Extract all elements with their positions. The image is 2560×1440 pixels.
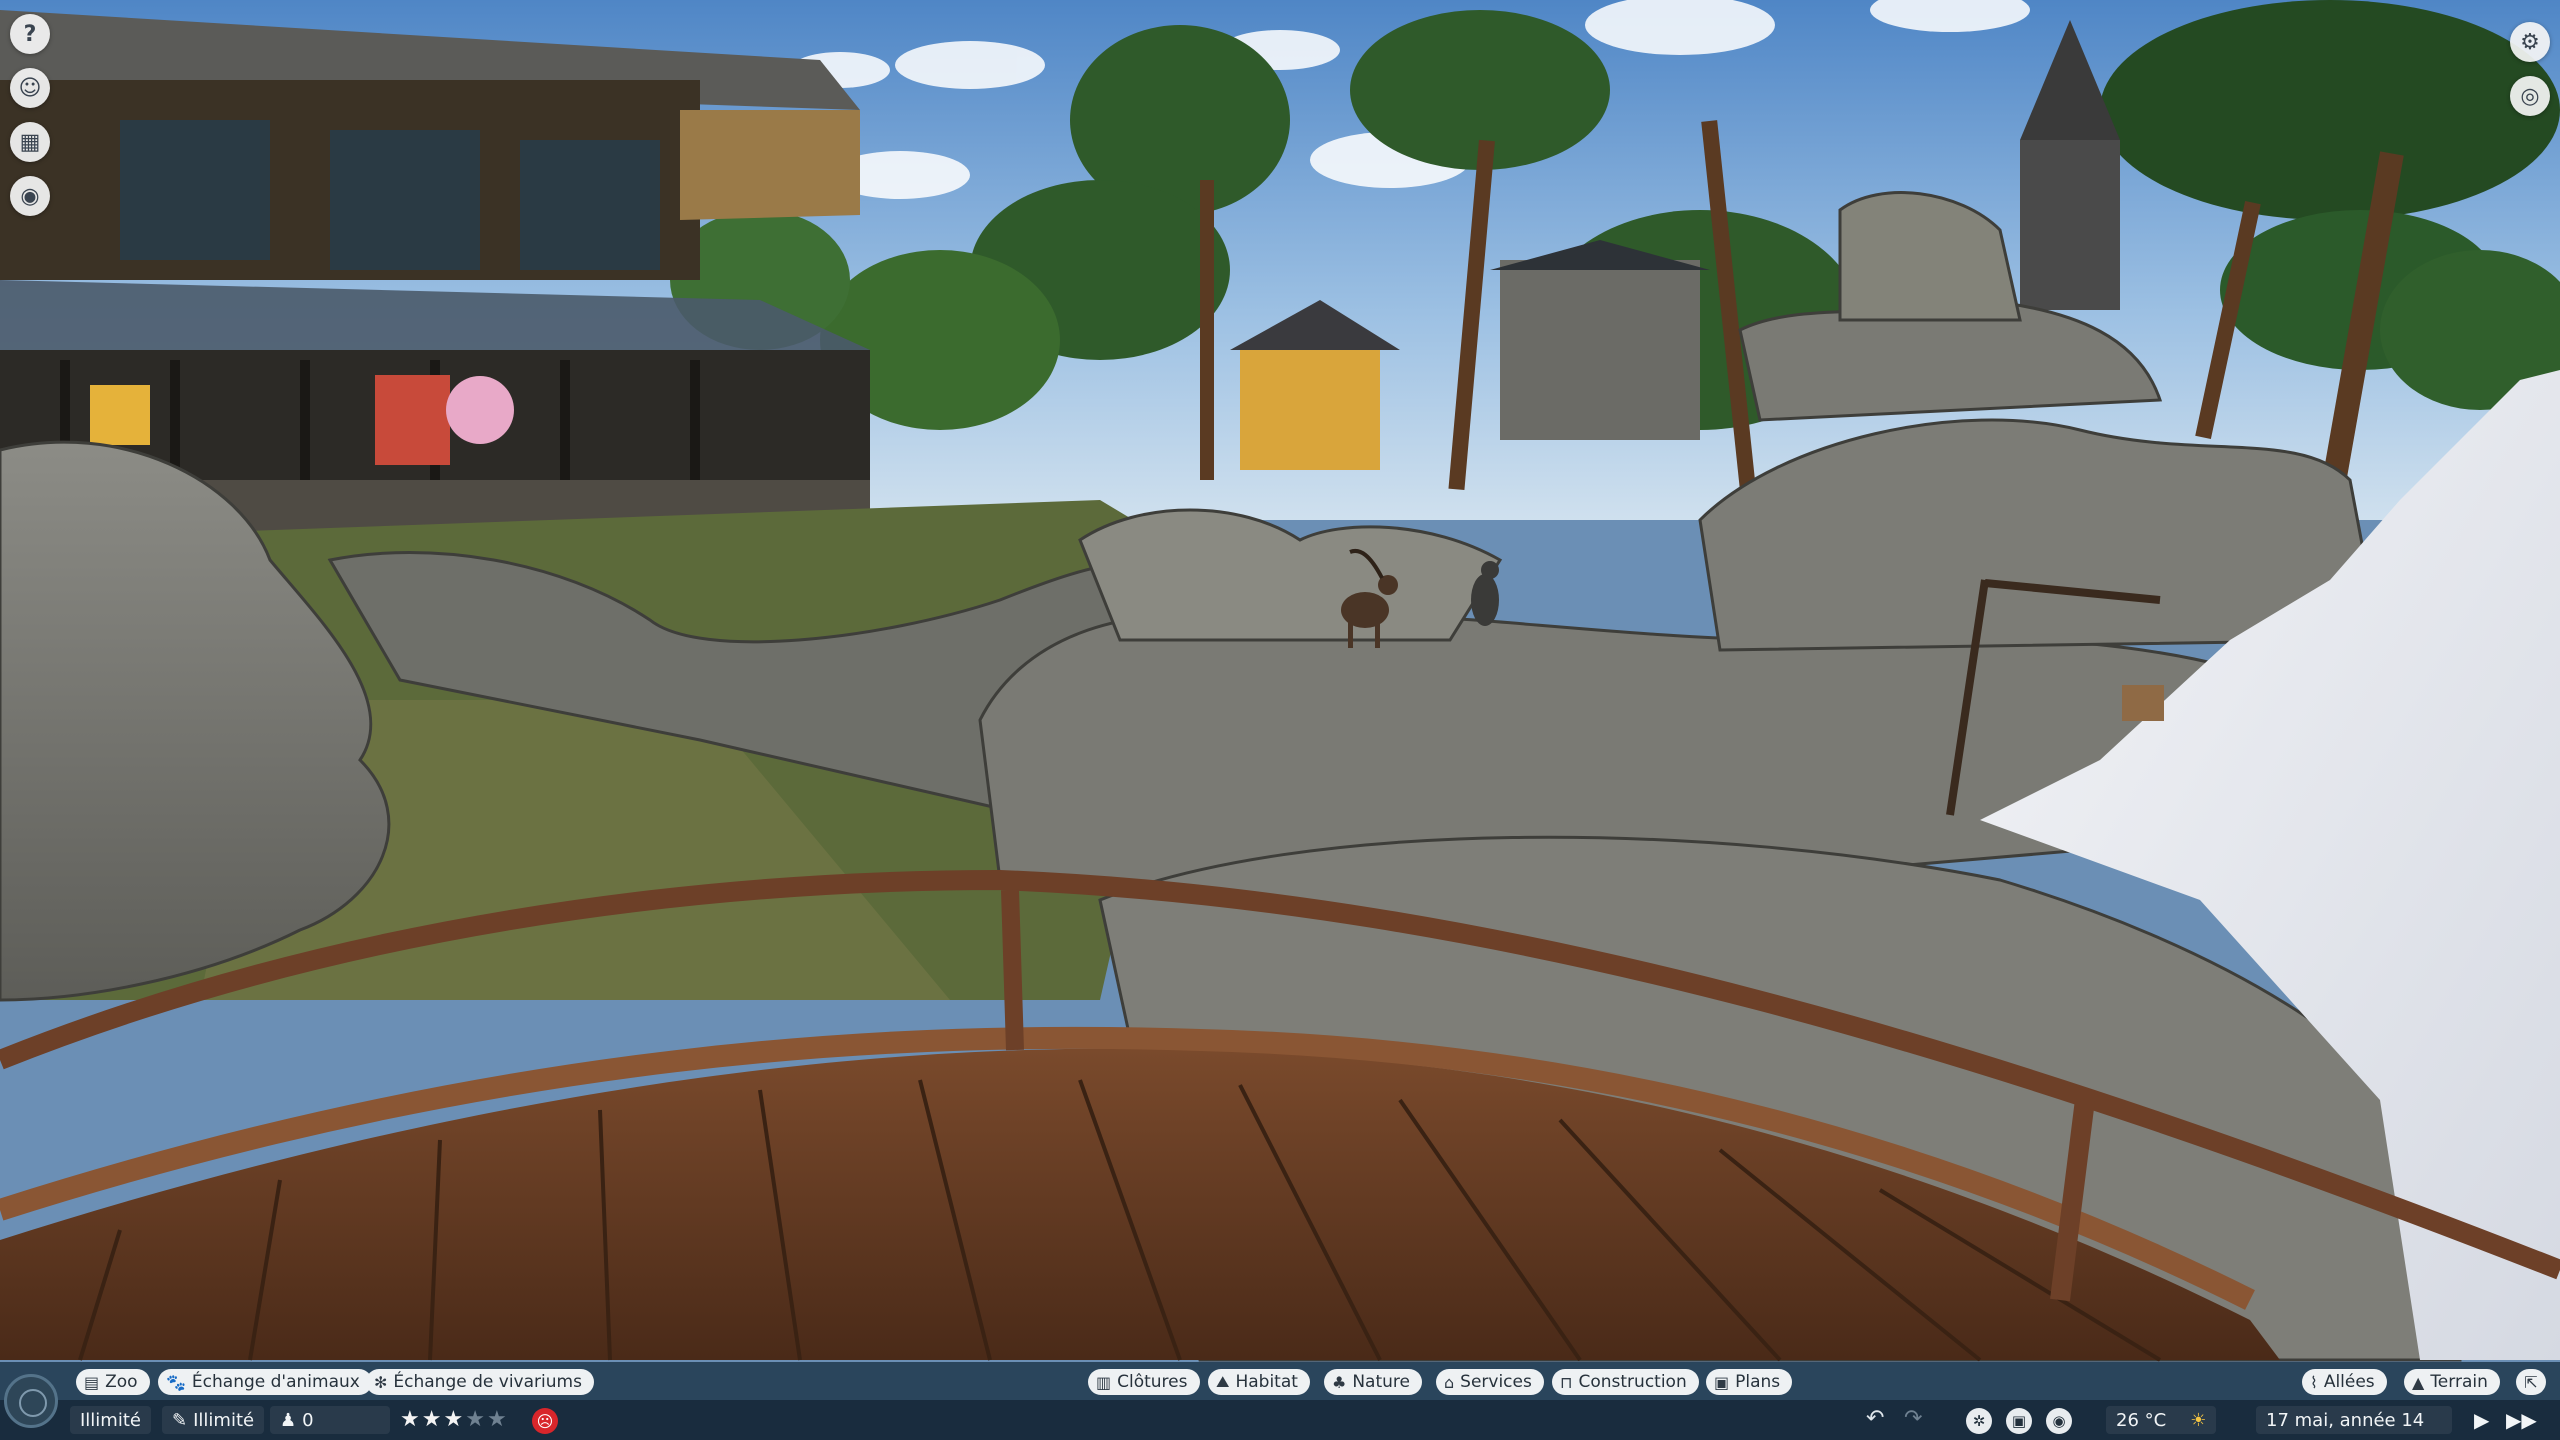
star-icon: ★ bbox=[443, 1407, 464, 1432]
camera-view-icon[interactable]: ◎ bbox=[2510, 76, 2550, 116]
hud-status-bar: Illimité ✎ Illimité ♟ 0 ★ ★ ★ ★ ★ ☹ ↶ ↷ … bbox=[0, 1400, 2560, 1440]
plans-label: Plans bbox=[1735, 1372, 1781, 1392]
photo-mode-icon[interactable]: ▣ bbox=[2006, 1408, 2032, 1434]
animal-exchange-button[interactable]: 🐾 Échange d'animaux bbox=[158, 1369, 372, 1395]
play-speed-icon[interactable]: ▶ bbox=[2474, 1408, 2489, 1432]
nature-label: Nature bbox=[1352, 1372, 1410, 1392]
bottom-hud: ▤ Zoo 🐾 Échange d'animaux ✻ Échange de v… bbox=[0, 1362, 2560, 1440]
construction-icon: ⊓ bbox=[1560, 1372, 1573, 1392]
fences-button[interactable]: ▥ Clôtures bbox=[1088, 1369, 1200, 1395]
date-value: 17 mai, année 14 bbox=[2266, 1409, 2425, 1431]
left-toolbar: ? ☺ ▦ ◉ bbox=[10, 14, 50, 216]
game-viewport[interactable] bbox=[0, 0, 2560, 1440]
services-label: Services bbox=[1460, 1372, 1532, 1392]
fence-icon: ▥ bbox=[1096, 1372, 1112, 1392]
habitat-button[interactable]: ⛰ Habitat bbox=[1208, 1369, 1310, 1395]
temperature-value: 26 °C bbox=[2116, 1409, 2167, 1431]
undo-icon[interactable]: ↶ bbox=[1866, 1406, 1884, 1431]
tree-icon: ♣ bbox=[1332, 1372, 1347, 1392]
guests-display[interactable]: ♟ 0 bbox=[270, 1406, 390, 1434]
construction-button[interactable]: ⊓ Construction bbox=[1552, 1369, 1699, 1395]
date-display: 17 mai, année 14 bbox=[2256, 1406, 2452, 1434]
terrain-icon: ▲ bbox=[2412, 1372, 2425, 1392]
camera-mode-icon[interactable]: ✲ bbox=[1966, 1408, 1992, 1434]
paths-label: Allées bbox=[2323, 1372, 2375, 1392]
vivarium-exchange-label: Échange de vivariums bbox=[393, 1372, 582, 1392]
construction-label: Construction bbox=[1578, 1372, 1687, 1392]
habitat-icon: ⛰ bbox=[1216, 1372, 1230, 1391]
star-icon: ★ bbox=[465, 1407, 485, 1432]
services-button[interactable]: ⌂ Services bbox=[1436, 1369, 1544, 1395]
zoo-button[interactable]: ▤ Zoo bbox=[76, 1369, 150, 1395]
zoo-label: Zoo bbox=[105, 1372, 138, 1392]
research-value: Illimité bbox=[193, 1409, 255, 1431]
terrain-label: Terrain bbox=[2430, 1372, 2488, 1392]
money-display[interactable]: Illimité bbox=[70, 1406, 151, 1434]
right-toolbar: ⚙ ◎ bbox=[2510, 22, 2550, 116]
hud-menu-bar: ▤ Zoo 🐾 Échange d'animaux ✻ Échange de v… bbox=[0, 1362, 2560, 1400]
settings-icon[interactable]: ⚙ bbox=[2510, 22, 2550, 62]
vivarium-exchange-button[interactable]: ✻ Échange de vivariums bbox=[366, 1369, 594, 1395]
fast-forward-icon[interactable]: ▶▶ bbox=[2506, 1408, 2537, 1432]
alert-sad-icon[interactable]: ☹ bbox=[532, 1408, 558, 1434]
pause-menu-icon[interactable]: ◉ bbox=[2046, 1408, 2072, 1434]
path-icon: ⌇ bbox=[2310, 1372, 2318, 1392]
guests-count: 0 bbox=[302, 1409, 314, 1431]
terrain-button[interactable]: ▲ Terrain bbox=[2404, 1369, 2500, 1395]
zoo-icon: ▤ bbox=[84, 1372, 100, 1392]
money-value: Illimité bbox=[80, 1409, 141, 1431]
fences-label: Clôtures bbox=[1117, 1372, 1188, 1392]
help-icon[interactable]: ? bbox=[10, 14, 50, 54]
animal-exchange-label: Échange d'animaux bbox=[191, 1372, 360, 1392]
nature-button[interactable]: ♣ Nature bbox=[1324, 1369, 1422, 1395]
sun-icon: ☀ bbox=[2190, 1409, 2207, 1431]
view-icon[interactable]: ◉ bbox=[10, 176, 50, 216]
guests-icon: ♟ bbox=[280, 1409, 297, 1431]
research-display[interactable]: ✎ Illimité bbox=[162, 1406, 265, 1434]
temperature-display: 26 °C ☀ bbox=[2106, 1406, 2216, 1434]
research-icon: ✎ bbox=[172, 1409, 188, 1431]
shop-icon: ⌂ bbox=[1444, 1372, 1455, 1392]
star-icon: ★ bbox=[400, 1407, 420, 1432]
vivarium-icon: ✻ bbox=[374, 1372, 388, 1392]
staff-icon[interactable]: ☺ bbox=[10, 68, 50, 108]
redo-icon[interactable]: ↷ bbox=[1904, 1406, 1922, 1431]
paw-icon: 🐾 bbox=[166, 1372, 186, 1392]
expand-icon: ⇱ bbox=[2524, 1372, 2538, 1392]
zoo-menu-disc[interactable] bbox=[4, 1374, 58, 1428]
zoo-rating[interactable]: ★ ★ ★ ★ ★ bbox=[400, 1406, 507, 1434]
expand-menu-button[interactable]: ⇱ bbox=[2516, 1369, 2546, 1395]
plans-button[interactable]: ▣ Plans bbox=[1706, 1369, 1793, 1395]
star-icon: ★ bbox=[421, 1407, 442, 1432]
paths-button[interactable]: ⌇ Allées bbox=[2302, 1369, 2387, 1395]
calendar-icon[interactable]: ▦ bbox=[10, 122, 50, 162]
star-icon: ★ bbox=[486, 1407, 507, 1432]
blueprint-icon: ▣ bbox=[1714, 1372, 1730, 1392]
habitat-label: Habitat bbox=[1235, 1372, 1298, 1392]
